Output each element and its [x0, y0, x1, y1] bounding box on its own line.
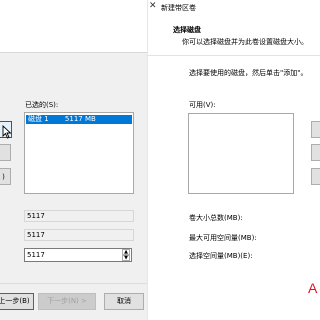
left-header-divider — [0, 52, 147, 53]
remove-button[interactable] — [311, 144, 320, 161]
footer-divider — [0, 283, 147, 284]
remove-button-partial[interactable] — [0, 144, 11, 161]
available-label: 可用(V): — [189, 101, 216, 109]
total-size-value: 5117 — [24, 210, 134, 222]
remove-all-button[interactable] — [311, 168, 320, 185]
disk-name: 磁盘 1 — [28, 115, 49, 123]
available-disk-list[interactable] — [188, 113, 294, 194]
max-space-label: 最大可用空间量(MB): — [189, 234, 257, 242]
dialog-divider — [147, 0, 148, 320]
select-space-label: 选择空间量(MB)(E): — [189, 252, 253, 260]
max-space-value: 5117 — [24, 229, 134, 241]
selected-disk-row[interactable]: 磁盘 1 5117 MB — [26, 115, 132, 124]
corner-mark: A — [308, 280, 318, 296]
back-button[interactable]: 上一步(B) — [0, 293, 34, 310]
selected-label: 已选的(S): — [25, 101, 59, 109]
left-dialog-header — [0, 0, 147, 52]
page-subtitle: 你可以选择磁盘并为此卷设置磁盘大小。 — [182, 38, 308, 46]
disk-size: 5117 MB — [64, 115, 96, 123]
space-amount-input[interactable]: 5117 — [24, 248, 132, 262]
remove-all-button-partial[interactable]: ) — [0, 168, 11, 185]
spin-down-icon[interactable]: ▼ — [122, 255, 130, 261]
add-button[interactable] — [311, 121, 320, 138]
total-size-label: 卷大小总数(MB): — [189, 214, 243, 222]
cancel-button[interactable]: 取消 — [104, 293, 144, 310]
close-icon[interactable]: ✕ — [149, 1, 159, 11]
selected-disk-list[interactable]: 磁盘 1 5117 MB — [24, 112, 134, 194]
window-title: 新建带区卷 — [161, 4, 196, 12]
instruction-text: 选择要使用的磁盘，然后单击"添加"。 — [189, 69, 308, 77]
right-header-divider — [148, 55, 320, 56]
next-button[interactable]: 下一步(N) > — [38, 293, 96, 310]
page-heading: 选择磁盘 — [173, 26, 201, 34]
mouse-cursor-icon — [2, 124, 14, 139]
